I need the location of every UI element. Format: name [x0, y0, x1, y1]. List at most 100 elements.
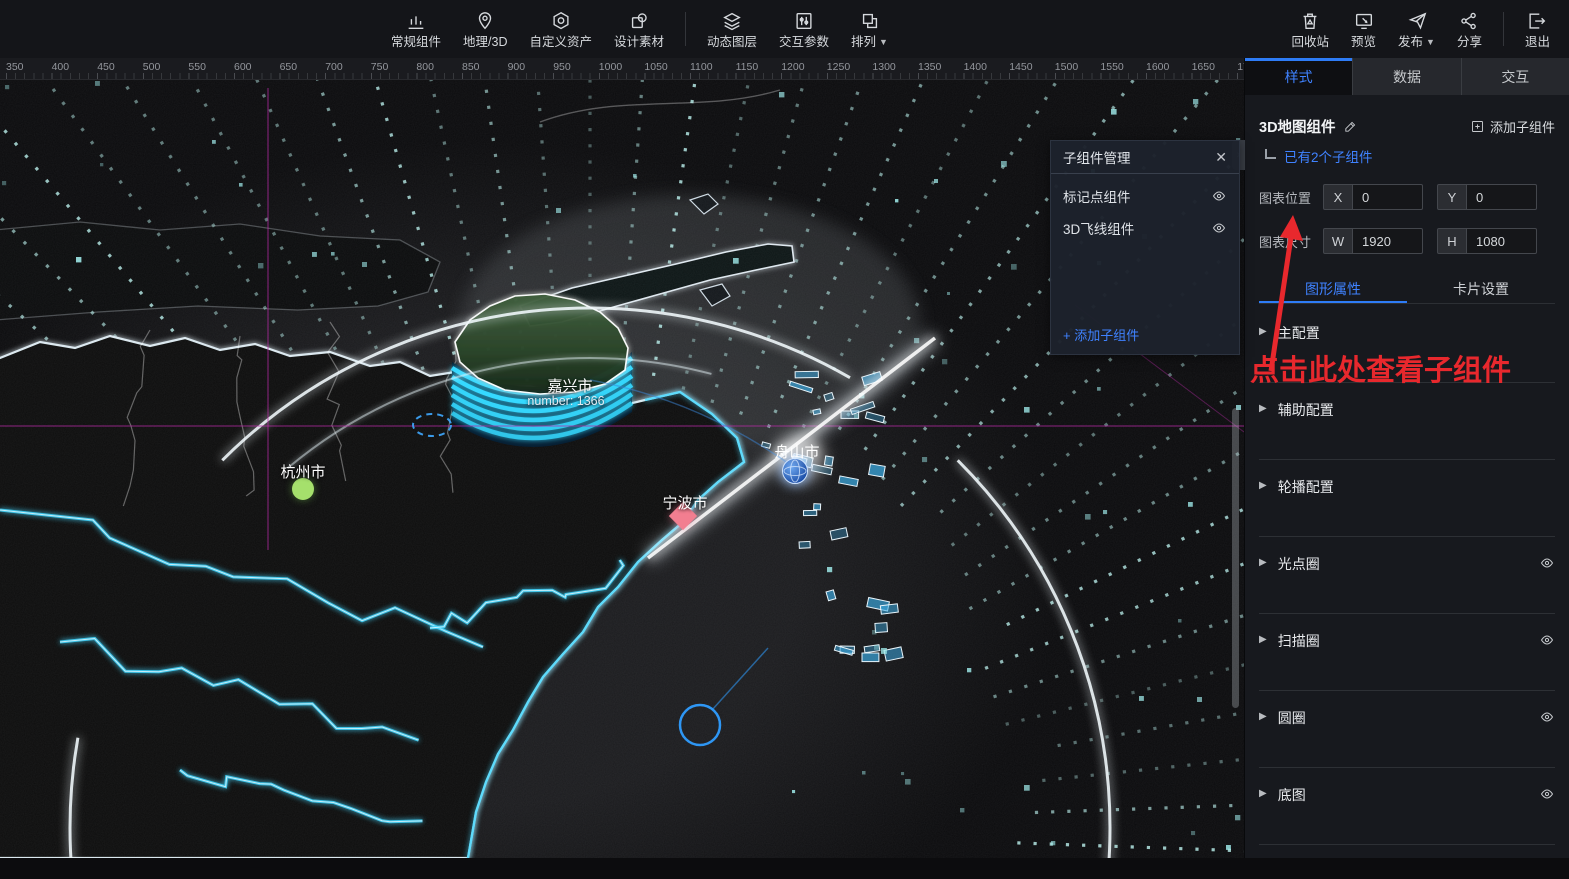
ruler-label: 1650 [1192, 61, 1215, 73]
toolbar-icon [859, 10, 881, 32]
tab-interact[interactable]: 交互 [1461, 58, 1569, 95]
ruler-label: 1500 [1055, 61, 1078, 73]
subtab-graphic-props[interactable]: 图形属性 [1259, 274, 1407, 303]
toolbar-geo-3d[interactable]: 地理/3D [452, 5, 518, 53]
visibility-eye-icon[interactable] [1211, 220, 1227, 236]
config-section-label: 光点圈 [1278, 554, 1320, 574]
section-aux-config[interactable]: ▶ 辅助配置 [1259, 383, 1555, 460]
label-zhoushan: 舟山市 [774, 441, 819, 462]
ruler-label: 1450 [1009, 61, 1032, 73]
ruler-label: 400 [52, 61, 70, 73]
field-value-input[interactable]: 1920 [1353, 228, 1423, 254]
field-value-input[interactable]: 0 [1353, 184, 1423, 210]
toolbar-exit[interactable]: 退出 [1514, 5, 1561, 53]
caret-down-icon: ▼ [1426, 36, 1435, 48]
position-field: Y 0 [1437, 184, 1537, 210]
subcomponent-3d-flyline[interactable]: 3D飞线组件 [1063, 212, 1227, 244]
visibility-eye-icon[interactable] [1539, 632, 1555, 648]
toolbar-publish[interactable]: 发布 ▼ [1387, 5, 1446, 53]
toolbar-share[interactable]: 分享 [1446, 5, 1493, 53]
chart-position-label: 图表位置 [1259, 188, 1323, 207]
chart-size-label: 图表尺寸 [1259, 232, 1323, 251]
toolbar-icon [1299, 10, 1321, 32]
ruler-label: 1150 [736, 61, 759, 73]
subcomponent-item-label: 3D飞线组件 [1063, 218, 1211, 238]
size-field: H 1080 [1437, 228, 1537, 254]
toolbar-item-label: 设计素材 [614, 36, 664, 48]
toolbar-dynamic-layers[interactable]: 动态图层 [696, 5, 768, 53]
field-key: H [1437, 228, 1467, 254]
field-value-input[interactable]: 1080 [1467, 228, 1537, 254]
expand-arrow-icon: ▶ [1259, 634, 1267, 645]
section-light-dot-ring[interactable]: ▶ 光点圈 [1259, 537, 1555, 614]
ruler-label: 1000 [599, 61, 622, 73]
ruler-label: 350 [6, 61, 24, 73]
add-subcomponent-link[interactable]: + 添加子组件 [1063, 325, 1139, 344]
subcomponent-marker-point[interactable]: 标记点组件 [1063, 180, 1227, 212]
toolbar-icon [793, 10, 815, 32]
ruler-label: 950 [553, 61, 571, 73]
children-count-link[interactable]: 已有2个子组件 [1265, 146, 1555, 166]
visibility-eye-icon[interactable] [1539, 555, 1555, 571]
tab-data[interactable]: 数据 [1352, 58, 1460, 95]
visibility-eye-icon[interactable] [1539, 786, 1555, 802]
toolbar-left-group: 常规组件 地理/3D 自定义资产 [380, 5, 899, 53]
expand-arrow-icon: ▶ [1259, 557, 1267, 568]
children-count-label: 已有2个子组件 [1284, 146, 1373, 166]
size-fields: W 1920 H 1080 [1323, 228, 1537, 254]
plus-square-icon [1470, 119, 1485, 134]
ruler-label: 750 [371, 61, 389, 73]
section-circle[interactable]: ▶ 圆圈 [1259, 691, 1555, 768]
field-value-input[interactable]: 0 [1467, 184, 1537, 210]
ruler-label: 800 [416, 61, 434, 73]
horizontal-ruler[interactable]: 350 400 450 500 550 600 650 700 750 800 … [0, 58, 1244, 80]
toolbar-design-material[interactable]: 设计素材 [603, 5, 675, 53]
field-key: Y [1437, 184, 1467, 210]
subtab-card-settings[interactable]: 卡片设置 [1407, 274, 1555, 303]
ruler-label: 500 [143, 61, 161, 73]
ruler-label: 1350 [918, 61, 941, 73]
toolbar-icon [1406, 10, 1428, 32]
section-main-config[interactable]: ▶ 主配置 [1259, 306, 1555, 383]
subcomponent-manager-panel: 子组件管理 ✕ 标记点组件 3D飞线组件 + 添加子组件 [1050, 140, 1240, 355]
subcomponent-item-label: 标记点组件 [1063, 186, 1211, 206]
section-scan-ring[interactable]: ▶ 扫描圈 [1259, 614, 1555, 691]
ruler-ticks [6, 73, 1244, 79]
tab-style[interactable]: 样式 [1245, 58, 1352, 95]
toolbar-arrange[interactable]: 排列 ▼ [840, 5, 899, 53]
ruler-label: 1200 [781, 61, 804, 73]
visibility-eye-icon[interactable] [1211, 188, 1227, 204]
toolbar-custom-assets[interactable]: 自定义资产 [518, 5, 603, 53]
ruler-label: 850 [462, 61, 480, 73]
ruler-label: 450 [97, 61, 115, 73]
section-base-map[interactable]: ▶ 底图 [1259, 768, 1555, 845]
add-subcomponent-button[interactable]: 添加子组件 [1470, 117, 1555, 136]
toolbar-icon [628, 10, 650, 32]
toolbar-preview[interactable]: 预览 [1340, 5, 1387, 53]
ruler-label: 1100 [690, 61, 713, 73]
visibility-eye-icon[interactable] [1539, 709, 1555, 725]
config-section-label: 底图 [1278, 785, 1306, 805]
globe-icon [783, 459, 807, 483]
component-title: 3D地图组件 [1259, 116, 1336, 137]
toolbar-regular-components[interactable]: 常规组件 [380, 5, 452, 53]
toolbar-recycle-bin[interactable]: 回收站 [1281, 5, 1341, 53]
field-key: X [1323, 184, 1353, 210]
toolbar-interact-params[interactable]: 交互参数 [768, 5, 840, 53]
toolbar-icon [474, 10, 496, 32]
close-icon[interactable]: ✕ [1215, 149, 1227, 166]
right-settings-panel: › 样式 数据 交互 3D地图组件 添加子组件 已有2个子组 [1244, 58, 1569, 858]
config-section-label: 辅助配置 [1278, 400, 1334, 420]
toolbar-icon [550, 10, 572, 32]
position-field: X 0 [1323, 184, 1423, 210]
toolbar-item-label: 交互参数 [779, 36, 829, 48]
edit-pencil-icon[interactable] [1343, 119, 1358, 134]
toolbar-item-label: 回收站 [1292, 36, 1330, 48]
subcomponent-panel-header[interactable]: 子组件管理 ✕ [1051, 141, 1239, 174]
ruler-label: 600 [234, 61, 252, 73]
section-carousel-config[interactable]: ▶ 轮播配置 [1259, 460, 1555, 537]
ruler-label: 1050 [644, 61, 667, 73]
canvas-vertical-scrollbar[interactable] [1232, 408, 1239, 708]
toolbar-item-label: 退出 [1525, 36, 1550, 48]
position-fields: X 0 Y 0 [1323, 184, 1537, 210]
